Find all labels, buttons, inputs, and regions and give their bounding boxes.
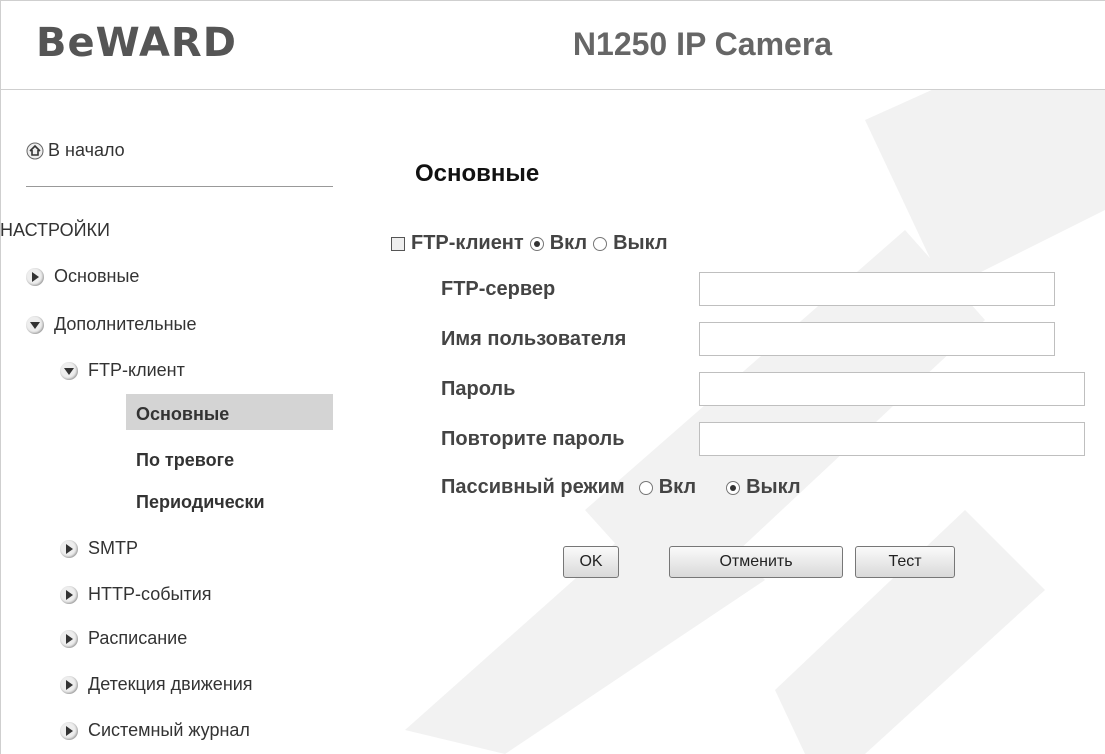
settings-section-label: НАСТРОЙКИ	[0, 220, 110, 240]
sidebar-item-ftp-basic[interactable]: Основные	[136, 404, 229, 425]
sidebar-item-schedule[interactable]: Расписание	[60, 628, 187, 649]
username-label: Имя пользователя	[441, 328, 627, 350]
expand-arrow-icon	[60, 585, 78, 604]
sidebar-item-ftp-client[interactable]: FTP-клиент	[60, 360, 185, 381]
sidebar-item-ftp-periodic[interactable]: Периодически	[136, 492, 265, 513]
ftp-client-row: FTP-клиент Вкл Выкл	[391, 232, 668, 255]
passive-off-radio[interactable]	[726, 480, 741, 495]
ftp-server-input[interactable]	[699, 272, 1055, 306]
repeat-password-label: Повторите пароль	[441, 428, 625, 450]
passive-mode-row: Пассивный режим Вкл Выкл	[441, 476, 801, 499]
sidebar-item-label: SMTP	[88, 538, 139, 558]
main-content: Основные FTP-клиент Вкл Выкл FTP-сервер …	[333, 90, 1105, 754]
expand-arrow-icon	[60, 721, 78, 740]
sidebar-item-motion-detection[interactable]: Детекция движения	[60, 674, 253, 695]
sidebar-item-basic[interactable]: Основные	[26, 266, 139, 287]
ftp-client-off-radio[interactable]	[593, 236, 608, 251]
home-icon	[26, 142, 44, 159]
sidebar-item-ftp-alarm[interactable]: По тревоге	[136, 450, 234, 471]
expand-arrow-icon	[60, 629, 78, 648]
expand-arrow-icon	[60, 539, 78, 558]
sidebar-item-smtp[interactable]: SMTP	[60, 538, 138, 559]
sidebar-item-label: FTP-клиент	[88, 360, 185, 380]
ftp-client-label: FTP-клиент	[411, 232, 524, 254]
repeat-password-input[interactable]	[699, 422, 1085, 456]
divider	[26, 186, 333, 187]
passive-off-label: Выкл	[746, 476, 801, 498]
home-link[interactable]: В начало	[26, 140, 125, 161]
password-label: Пароль	[441, 378, 516, 400]
sidebar: В начало НАСТРОЙКИ Основные Дополнительн…	[0, 90, 333, 754]
ftp-client-off-label: Выкл	[613, 232, 668, 254]
page-title: Основные	[415, 160, 540, 187]
ftp-server-label: FTP-сервер	[441, 278, 556, 300]
sidebar-item-label: Основные	[54, 266, 140, 286]
header: BeWARD N1250 IP Camera	[0, 0, 1105, 90]
collapse-arrow-icon	[60, 361, 78, 380]
page-header-title: N1250 IP Camera	[572, 26, 833, 62]
sidebar-item-label: Детекция движения	[88, 674, 253, 694]
collapse-arrow-icon	[26, 315, 44, 334]
ftp-client-on-radio[interactable]	[529, 236, 544, 251]
home-label: В начало	[48, 140, 125, 160]
sidebar-item-advanced[interactable]: Дополнительные	[26, 314, 197, 335]
sidebar-item-label: Системный журнал	[88, 720, 250, 740]
test-button[interactable]: Тест	[855, 546, 955, 578]
ok-button[interactable]: OK	[563, 546, 619, 578]
expand-arrow-icon	[26, 267, 44, 286]
username-input[interactable]	[699, 322, 1055, 356]
expand-arrow-icon	[60, 675, 78, 694]
ftp-client-on-label: Вкл	[549, 232, 588, 254]
sidebar-item-http-events[interactable]: HTTP-события	[60, 584, 212, 605]
passive-on-label: Вкл	[658, 476, 697, 498]
password-input[interactable]	[699, 372, 1085, 406]
sidebar-item-system-log[interactable]: Системный журнал	[60, 720, 250, 741]
cancel-button[interactable]: Отменить	[669, 546, 843, 578]
sidebar-item-label: HTTP-события	[88, 584, 212, 604]
sidebar-item-label: Расписание	[88, 628, 188, 648]
sidebar-item-label: Дополнительные	[54, 314, 197, 334]
passive-on-radio[interactable]	[638, 480, 653, 495]
section-marker-icon	[391, 236, 405, 251]
passive-mode-label: Пассивный режим	[441, 476, 625, 498]
